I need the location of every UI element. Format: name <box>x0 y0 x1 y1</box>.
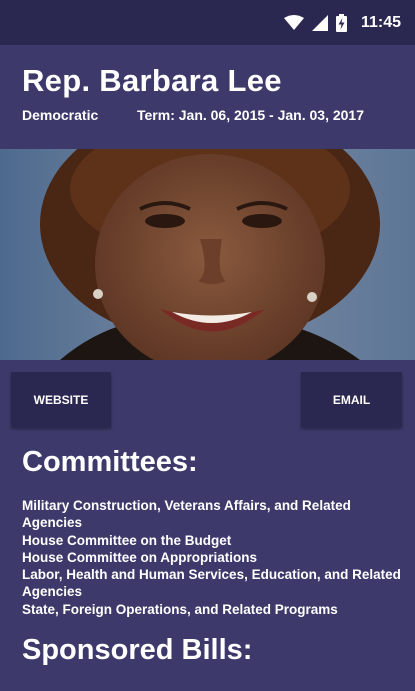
signal-icon <box>311 14 328 31</box>
committee-item: House Committee on the Budget <box>22 532 232 548</box>
rep-portrait <box>0 149 415 360</box>
rep-header: Rep. Barbara Lee Democratic Term: Jan. 0… <box>0 45 415 149</box>
status-bar: 11:45 <box>0 0 415 45</box>
status-time: 11:45 <box>360 13 401 31</box>
committee-item: Labor, Health and Human Services, Educat… <box>22 567 401 600</box>
wifi-icon <box>283 14 304 31</box>
email-button[interactable]: EMAIL <box>301 372 402 427</box>
committee-item: House Committee on Appropriations <box>22 549 258 565</box>
committee-list: Military Construction, Veterans Affairs,… <box>22 497 402 618</box>
website-button[interactable]: WEBSITE <box>11 372 111 427</box>
committees-title: Committees: <box>22 446 198 478</box>
rep-name: Rep. Barbara Lee <box>22 63 282 98</box>
sponsored-bills-title: Sponsored Bills: <box>22 634 253 666</box>
committee-item: Military Construction, Veterans Affairs,… <box>22 498 351 531</box>
rep-party: Democratic <box>22 107 99 123</box>
rep-term: Term: Jan. 06, 2015 - Jan. 03, 2017 <box>137 107 364 123</box>
committee-item: State, Foreign Operations, and Related P… <box>22 601 338 617</box>
battery-icon <box>335 13 347 32</box>
